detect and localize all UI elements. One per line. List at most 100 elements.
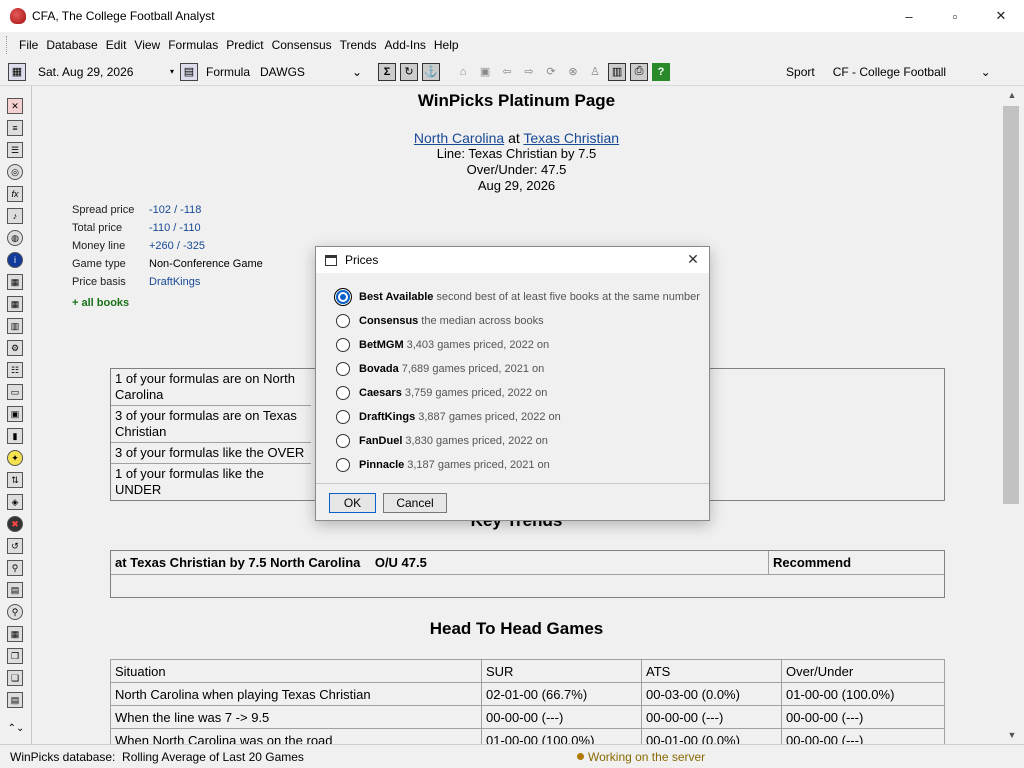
price-key: Spread price — [72, 204, 135, 216]
over-under-text: Over/Under: 47.5 — [466, 162, 567, 177]
restore-button[interactable]: ▫ — [932, 0, 978, 32]
back-icon[interactable]: ⇦ — [498, 63, 516, 81]
close-window-button[interactable]: ✕ — [978, 0, 1024, 32]
radio-consensus[interactable] — [336, 314, 350, 328]
calculator-icon[interactable]: ▦ — [7, 626, 23, 642]
magnifier-icon[interactable]: ⚲ — [7, 604, 23, 620]
left-toolbar: ✕ ≡ ☰ ◎ fx ♪ ◍ i ▦ ▦ ▥ ⚙ ☷ ▭ ▣ ▮ ✦ ⇅ ◈ ✖… — [0, 86, 32, 744]
option-pinnacle[interactable]: Pinnacle 3,187 games priced, 2021 on — [336, 455, 550, 475]
function-icon[interactable]: fx — [7, 186, 23, 202]
tag-icon[interactable]: ◈ — [7, 494, 23, 510]
copy-icon[interactable]: ❐ — [7, 648, 23, 664]
option-best-available[interactable]: Best Available second best of at least f… — [334, 287, 700, 307]
menu-database[interactable]: Database — [42, 38, 101, 52]
radio-draftkings[interactable] — [336, 410, 350, 424]
globe-icon[interactable]: ◎ — [7, 164, 23, 180]
menu-add-ins[interactable]: Add-Ins — [381, 38, 430, 52]
help-icon[interactable]: ? — [652, 62, 671, 81]
cancel-icon[interactable]: ⊗ — [564, 63, 582, 81]
cycle-icon[interactable]: ↺ — [7, 538, 23, 554]
radio-best-available[interactable] — [334, 288, 352, 306]
scroll-toggle-icon[interactable]: ⌃⌄ — [2, 720, 30, 736]
table-header: ATS — [641, 659, 782, 683]
radio-bovada[interactable] — [336, 362, 350, 376]
scroll-down-icon[interactable]: ▼ — [1000, 726, 1024, 744]
close-icon[interactable]: ✕ — [685, 251, 701, 267]
clipboard-icon[interactable]: ▤ — [7, 692, 23, 708]
formula-select[interactable]: DAWGS ⌄ — [256, 62, 366, 82]
table-icon[interactable]: ▥ — [608, 62, 627, 81]
option-draftkings[interactable]: DraftKings 3,887 games priced, 2022 on — [336, 407, 561, 427]
music-icon[interactable]: ♪ — [7, 208, 23, 224]
menu-help[interactable]: Help — [430, 38, 463, 52]
date-dropdown-icon[interactable]: ▾ — [170, 67, 174, 76]
page-icon[interactable]: ▤ — [7, 582, 23, 598]
option-desc: second best of at least five books at th… — [436, 291, 700, 303]
option-fanduel[interactable]: FanDuel 3,830 games priced, 2022 on — [336, 431, 548, 451]
cancel-button[interactable]: Cancel — [383, 493, 447, 513]
calendar-icon[interactable]: ▦ — [8, 62, 26, 81]
menu-trends[interactable]: Trends — [336, 38, 381, 52]
prices-dialog: Prices ✕ Best Available second best of a… — [315, 246, 710, 521]
option-caesars[interactable]: Caesars 3,759 games priced, 2022 on — [336, 383, 547, 403]
spreadsheet-icon[interactable]: ▦ — [7, 296, 23, 312]
vertical-scrollbar[interactable]: ▲ ▼ — [1000, 86, 1024, 744]
forward-icon[interactable]: ⇨ — [520, 63, 538, 81]
option-betmgm[interactable]: BetMGM 3,403 games priced, 2022 on — [336, 335, 549, 355]
sigma-icon[interactable]: Σ — [378, 62, 397, 81]
game-date: Aug 29, 2026 — [477, 178, 556, 193]
menu-consensus[interactable]: Consensus — [268, 38, 336, 52]
document-icon[interactable]: ☰ — [7, 142, 23, 158]
away-team-link[interactable]: North Carolina — [414, 130, 504, 146]
radio-caesars[interactable] — [336, 386, 350, 400]
window-icon[interactable]: ▭ — [7, 384, 23, 400]
columns-icon[interactable]: ▥ — [7, 318, 23, 334]
minimize-button[interactable]: – — [886, 0, 932, 32]
info-icon[interactable]: i — [7, 252, 23, 268]
search-doc-icon[interactable]: ⚲ — [7, 560, 23, 576]
option-consensus[interactable]: Consensus the median across books — [336, 311, 544, 331]
radio-fanduel[interactable] — [336, 434, 350, 448]
filter-list-icon[interactable]: ☷ — [7, 362, 23, 378]
frame-icon[interactable]: ▣ — [7, 406, 23, 422]
window-icon — [325, 254, 337, 266]
menu-formulas[interactable]: Formulas — [164, 38, 222, 52]
radio-betmgm[interactable] — [336, 338, 350, 352]
stop-icon[interactable]: ▣ — [476, 63, 494, 81]
price-basis-link[interactable]: DraftKings — [149, 276, 200, 288]
settings-list-icon[interactable]: ⚙ — [7, 340, 23, 356]
page-refresh-icon[interactable]: ⟳ — [542, 63, 560, 81]
ok-button[interactable]: OK — [329, 493, 376, 513]
table-cell: 00-00-00 (---) — [781, 705, 945, 729]
refresh-icon[interactable]: ↻ — [400, 62, 419, 81]
option-bovada[interactable]: Bovada 7,689 games priced, 2021 on — [336, 359, 544, 379]
menu-edit[interactable]: Edit — [102, 38, 131, 52]
earth-icon[interactable]: ◍ — [7, 230, 23, 246]
print-icon[interactable]: ⎙ — [630, 62, 649, 81]
home-team-link[interactable]: Texas Christian — [523, 130, 619, 146]
grid-icon[interactable]: ▦ — [7, 274, 23, 290]
table-header: Over/Under — [781, 659, 945, 683]
window-title: CFA, The College Football Analyst — [32, 9, 215, 23]
bar-chart-icon[interactable]: ▮ — [7, 428, 23, 444]
list-icon[interactable]: ≡ — [7, 120, 23, 136]
menu-predict[interactable]: Predict — [222, 38, 267, 52]
table-row: Situation SUR ATS Over/Under — [110, 659, 945, 683]
radio-pinnacle[interactable] — [336, 458, 350, 472]
sort-icon[interactable]: ⇅ — [7, 472, 23, 488]
menu-file[interactable]: File — [15, 38, 42, 52]
scroll-up-icon[interactable]: ▲ — [1000, 86, 1024, 104]
date-picker[interactable]: Sat. Aug 29, 2026 ▾ — [38, 62, 178, 82]
paste-icon[interactable]: ❏ — [7, 670, 23, 686]
sport-select[interactable]: CF - College Football ⌄ — [829, 62, 995, 82]
picks-icon[interactable]: ✕ — [7, 98, 23, 114]
ball-icon[interactable]: ✖ — [7, 516, 23, 532]
menu-view[interactable]: View — [130, 38, 164, 52]
scroll-thumb[interactable] — [1003, 106, 1019, 504]
home-icon[interactable]: ⌂ — [454, 63, 472, 81]
anchor-icon[interactable]: ⚓ — [422, 62, 441, 81]
person-icon[interactable]: ♙ — [586, 63, 604, 81]
formula-icon[interactable]: ▤ — [180, 62, 198, 81]
all-books-link[interactable]: + all books — [72, 297, 129, 309]
lightbulb-icon[interactable]: ✦ — [7, 450, 23, 466]
